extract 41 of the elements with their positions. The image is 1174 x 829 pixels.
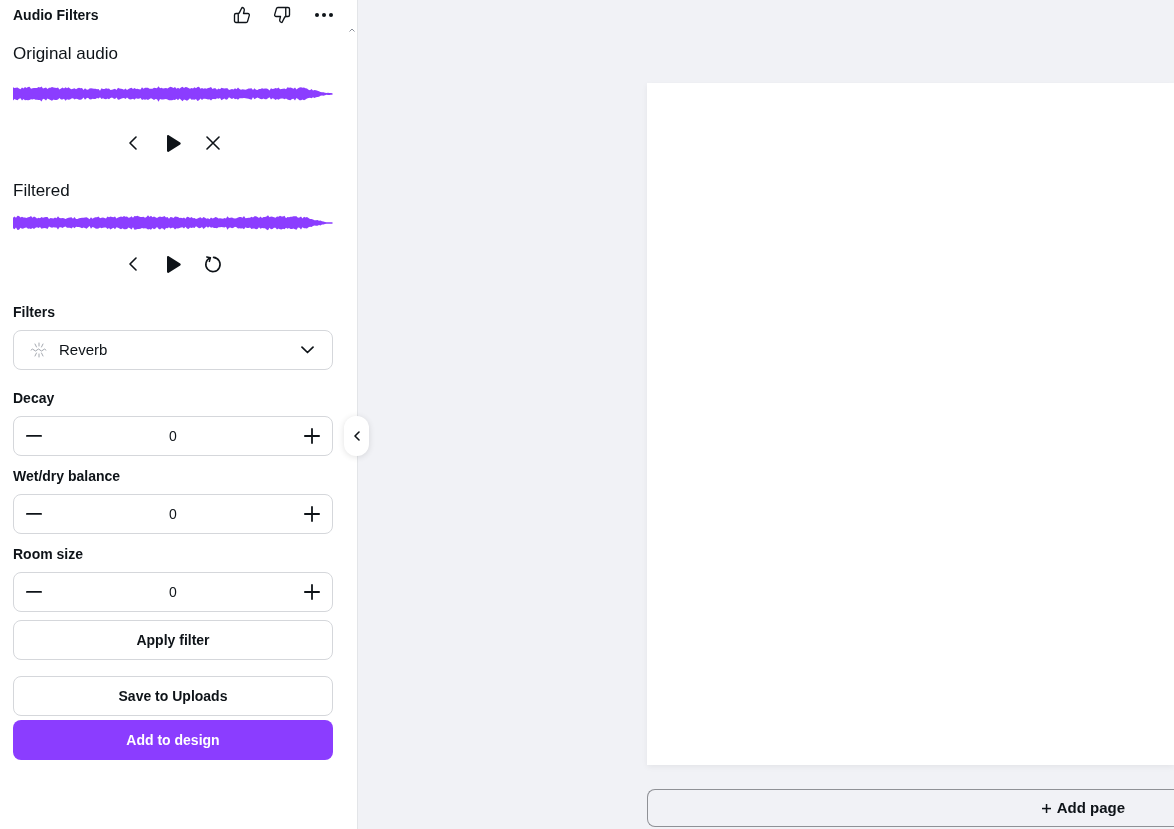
minus-icon [26, 591, 42, 593]
chevron-left-icon [353, 431, 360, 441]
plus-icon [304, 428, 320, 444]
add-page-button[interactable]: Add page [647, 789, 1174, 827]
collapse-panel-button[interactable] [344, 416, 369, 456]
primary-button[interactable]: Add to design [13, 720, 333, 760]
play-icon [165, 255, 181, 273]
chevron-left-icon [129, 257, 137, 271]
field-label: Room size [13, 545, 84, 564]
field-label: Filters [13, 303, 56, 322]
number-stepper[interactable]: 0 [13, 572, 333, 612]
more-icon [315, 13, 333, 17]
panel-title: Audio Filters [13, 6, 100, 25]
close-icon [206, 136, 220, 150]
thumbs-down-icon [273, 6, 291, 24]
number-stepper[interactable]: 0 [13, 494, 333, 534]
play-icon [165, 134, 181, 152]
field-label: Wet/dry balance [13, 467, 122, 486]
number-input[interactable]: 0 [54, 417, 292, 455]
refresh-icon [203, 254, 223, 274]
filter-dropdown[interactable]: Reverb [13, 330, 333, 370]
thumbs-up-icon [233, 6, 251, 24]
section-title: Filtered [13, 180, 71, 202]
reverb-wave-icon [30, 342, 48, 358]
number-input[interactable]: 0 [54, 495, 292, 533]
number-stepper[interactable]: 0 [13, 416, 333, 456]
like-button[interactable] [233, 6, 251, 24]
section-title: Original audio [13, 43, 119, 65]
minus-icon [26, 435, 42, 437]
chevron-left-icon [129, 136, 137, 150]
plus-icon [1041, 803, 1051, 813]
plus-icon [304, 584, 320, 600]
scroll-up-icon [349, 28, 355, 32]
dislike-button[interactable] [273, 6, 291, 24]
number-input[interactable]: 0 [54, 573, 292, 611]
minus-icon [26, 513, 42, 515]
field-label: Decay [13, 389, 56, 408]
secondary-button[interactable]: Save to Uploads [13, 676, 333, 716]
caret-icon [301, 346, 314, 354]
apply-filter-button[interactable]: Apply filter [13, 620, 333, 660]
plus-icon [304, 506, 320, 522]
